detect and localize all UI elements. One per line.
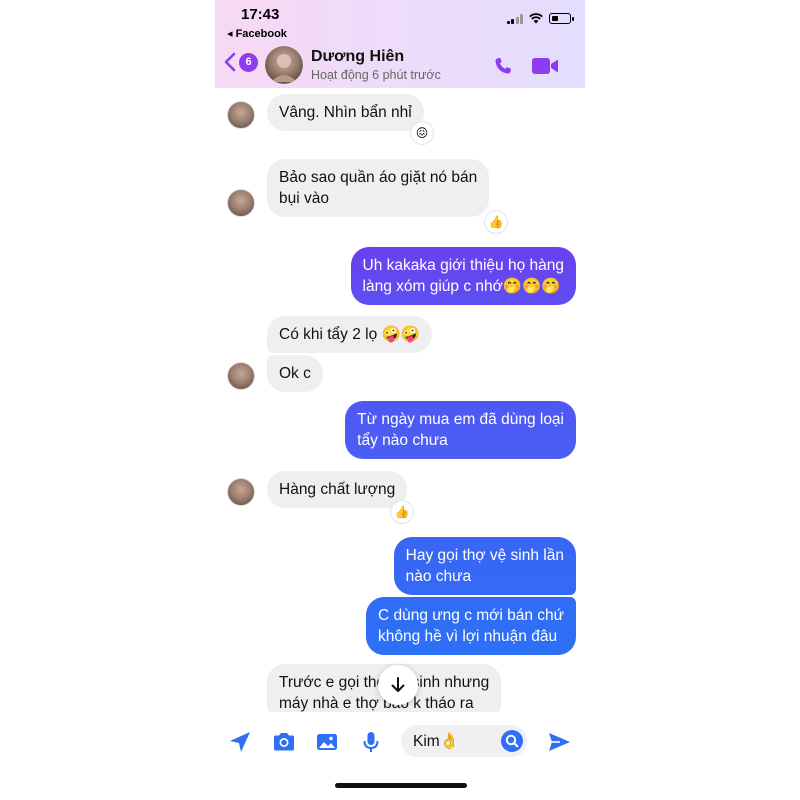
message-text-line: Uh kakaka giới thiệu họ hàng [362,257,564,274]
message-text-line: Hay gọi thợ vệ sinh lần [405,547,564,564]
send-icon[interactable] [546,729,572,755]
back-to-facebook-link[interactable]: ◂ Facebook [227,27,287,40]
contact-name[interactable]: Dương Hiên [311,48,404,66]
message-text: Có khi tẩy 2 lọ 🤪🤪 [279,326,421,343]
arrow-down-icon [391,677,405,692]
camera-icon[interactable] [271,729,297,755]
incoming-message[interactable]: Có khi tẩy 2 lọ 🤪🤪 [267,316,433,353]
message-text-line: C dùng ưng c mới bán chứ [377,607,564,624]
confounded-face-icon: 😖 [415,126,429,140]
location-arrow-icon[interactable] [227,729,253,755]
reaction-badge[interactable]: 😖 [411,122,433,144]
contact-avatar[interactable] [265,46,303,84]
outgoing-message[interactable]: Hay gọi thợ vệ sinh lần nào chưa [393,537,576,595]
message-input-value: Kim👌 [413,732,459,750]
outgoing-message[interactable]: Từ ngày mua em đã dùng loại tẩy nào chưa [345,401,576,459]
status-icons [506,13,574,24]
outgoing-message[interactable]: Uh kakaka giới thiệu họ hàng làng xóm gi… [350,247,576,305]
video-camera-icon[interactable] [531,55,559,77]
reaction-badge[interactable]: 👍 [485,211,507,233]
message-text: Ok c [279,365,311,382]
reaction-badge[interactable]: 👍 [391,501,413,523]
thumbs-up-icon: 👍 [394,505,410,519]
message-text: Hàng chất lượng [279,481,396,498]
status-time: 17:43 [241,6,280,23]
sender-avatar [227,478,255,506]
message-text-line: nào chưa [405,568,472,585]
signal-icon [506,13,523,24]
back-button[interactable]: 6 [223,52,258,72]
phone-icon[interactable] [492,55,514,77]
sender-avatar [227,189,255,217]
gallery-icon[interactable] [314,729,340,755]
message-text-line: tẩy nào chưa [357,432,448,449]
contact-active-status: Hoạt động 6 phút trước [311,68,441,82]
incoming-message[interactable]: Ok c [267,355,323,392]
incoming-message[interactable]: Vâng. Nhìn bẩn nhỉ [267,94,424,131]
incoming-message[interactable]: Bảo sao quần áo giặt nó bán bụi vào [267,159,490,217]
search-icon[interactable] [500,729,524,753]
battery-icon [549,13,574,24]
message-text-line: Bảo sao quần áo giặt nó bán [279,169,478,186]
sender-avatar [227,101,255,129]
home-indicator [335,783,467,788]
wifi-icon [529,13,543,24]
unread-count-badge: 6 [239,52,258,72]
sender-avatar [227,362,255,390]
outgoing-message[interactable]: C dùng ưng c mới bán chứ không hề vì lợi… [365,597,576,655]
messenger-screen: 17:43 ◂ Facebook 6 Dương Hiên Hoạt động … [215,0,585,800]
message-text: Vâng. Nhìn bẩn nhỉ [279,104,412,121]
chat-header: 17:43 ◂ Facebook 6 Dương Hiên Hoạt động … [215,0,585,88]
incoming-message[interactable]: Hàng chất lượng [267,471,408,508]
thumbs-up-icon: 👍 [488,215,504,229]
chevron-left-icon [224,52,236,72]
scroll-to-bottom-button[interactable] [378,665,418,705]
microphone-icon[interactable] [358,729,384,755]
message-text-line: không hề vì lợi nhuận đâu [377,628,558,645]
message-text-line: làng xóm giúp c nhớ🤭🤭🤭 [362,278,561,295]
message-text-line: bụi vào [279,190,329,207]
message-text-line: Từ ngày mua em đã dùng loại [357,411,564,428]
